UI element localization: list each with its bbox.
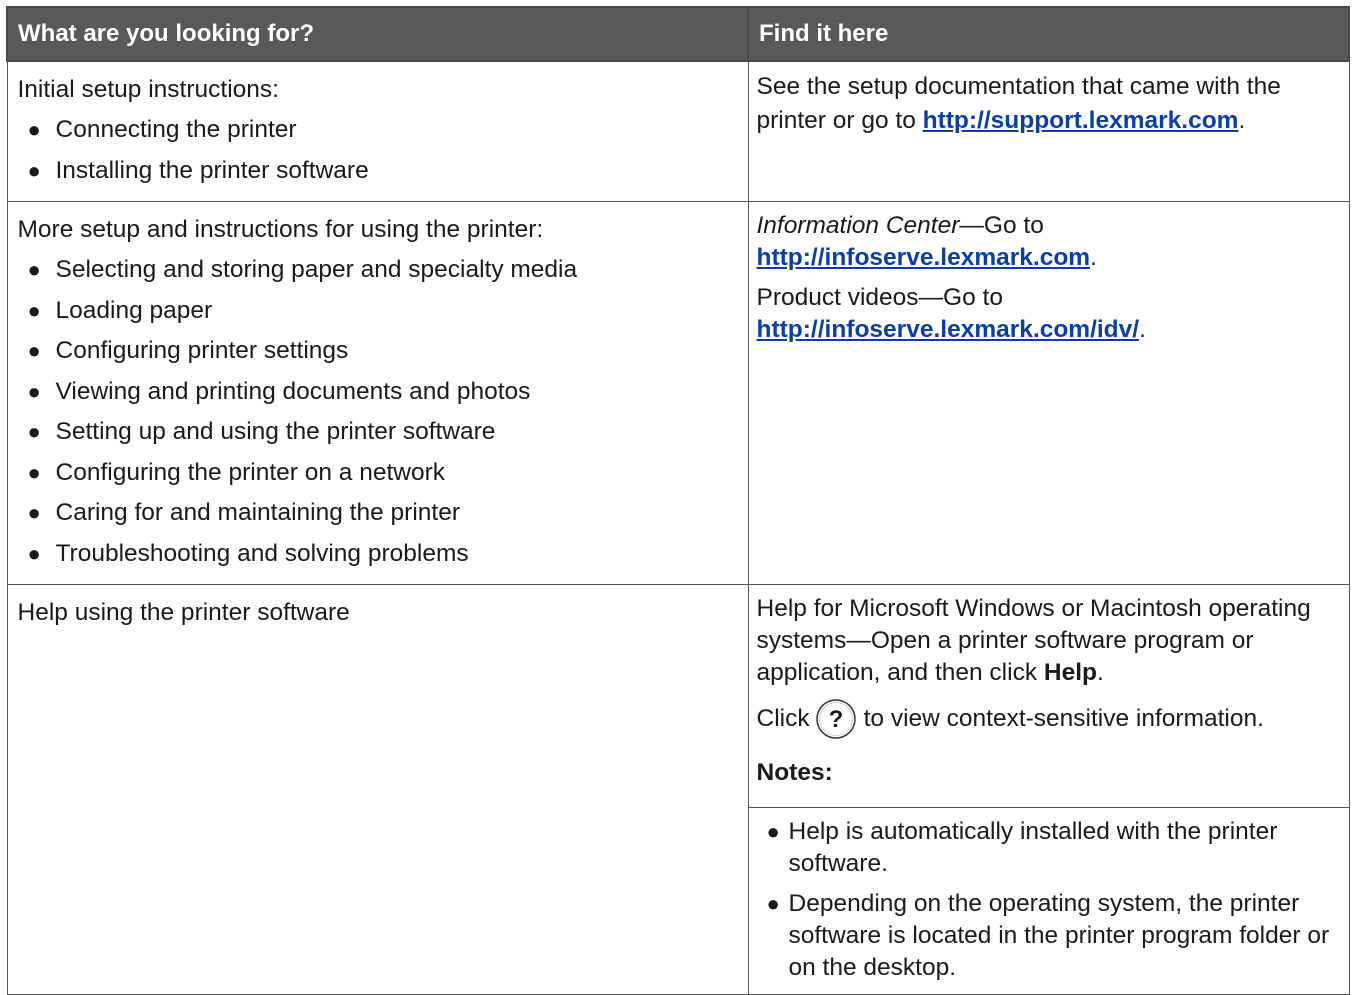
bullet-icon: ●	[27, 157, 41, 183]
bullet-icon: ●	[27, 419, 41, 444]
bullet-icon: ●	[27, 257, 41, 282]
bullet-icon: ●	[766, 891, 780, 916]
help-bold: Help	[1043, 659, 1097, 686]
list-item: ● Installing the printer software	[28, 151, 738, 192]
list-item-text: Troubleshooting and solving problems	[55, 539, 469, 567]
notes-divider	[748, 807, 1349, 808]
click-suffix: to view context-sensitive information.	[863, 705, 1264, 732]
info-center-goto: —Go to	[959, 212, 1044, 239]
table-header-row: What are you looking for? Find it here	[6, 6, 1350, 62]
infoserve-link[interactable]: http://infoserve.lexmark.com	[757, 244, 1091, 271]
help-paragraph: Help for Microsoft Windows or Macintosh …	[757, 593, 1341, 689]
bullet-icon: ●	[27, 378, 41, 404]
notes-label: Notes:	[756, 759, 833, 786]
bullet-icon: ●	[766, 819, 780, 844]
list-item: ● Setting up and using the printer softwa…	[28, 412, 738, 453]
bullet-icon: ●	[27, 117, 41, 142]
list-item: ● Selecting and storing paper and special…	[28, 250, 738, 291]
info-center-paragraph: Information Center—Go to http://infoserv…	[757, 210, 1341, 274]
bullet-icon: ●	[27, 297, 41, 323]
bullet-icon: ●	[27, 338, 41, 363]
list-item-text: Configuring the printer on a network	[55, 458, 446, 486]
support-link[interactable]: http://support.lexmark.com	[923, 107, 1239, 134]
row3-resource-cell: Help for Microsoft Windows or Macintosh …	[747, 584, 1350, 995]
table-row: More setup and instructions for using th…	[6, 201, 1350, 585]
row2-topic-cell: More setup and instructions for using th…	[6, 201, 749, 585]
row1-topic-cell: Initial setup instructions: ● Connecting…	[6, 60, 749, 202]
list-item-text: Installing the printer software	[55, 156, 369, 184]
note-text: Depending on the operating system, the p…	[788, 890, 1330, 981]
list-item: ● Troubleshooting and solving problems	[28, 534, 738, 575]
table-row: Initial setup instructions: ● Connecting…	[6, 60, 1350, 202]
list-item: ● Configuring the printer on a network	[28, 453, 738, 494]
row1-intro: Initial setup instructions:	[17, 76, 279, 103]
row1-text-end: .	[1238, 107, 1246, 134]
row1-resource-text: See the setup documentation that came wi…	[757, 70, 1341, 138]
header-find-it-here: Find it here	[747, 6, 1350, 62]
list-item-text: Viewing and printing documents and photo…	[55, 377, 531, 405]
row2-resource-cell: Information Center—Go to http://infoserv…	[747, 201, 1350, 585]
list-item-text: Configuring printer settings	[55, 337, 349, 364]
list-item: ● Connecting the printer	[28, 110, 738, 151]
bullet-icon: ●	[27, 540, 41, 566]
videos-link[interactable]: http://infoserve.lexmark.com/idv/	[757, 316, 1140, 343]
list-item-text: Loading paper	[55, 296, 213, 324]
product-videos-paragraph: Product videos—Go to http://infoserve.le…	[757, 282, 1341, 346]
product-videos-end: .	[1139, 316, 1146, 343]
list-item-text: Caring for and maintaining the printer	[55, 499, 460, 526]
list-item: ● Loading paper	[28, 291, 738, 332]
list-item: ● Configuring printer settings	[28, 331, 738, 372]
bullet-icon: ●	[27, 459, 41, 485]
bullet-icon: ●	[27, 500, 41, 525]
help-question-icon: ?	[814, 697, 858, 741]
click-help-row: Click ? to view context-sensitive inform…	[757, 697, 1341, 741]
help-end: .	[1096, 659, 1104, 686]
list-item-text: Selecting and storing paper and specialt…	[55, 256, 578, 283]
list-item: ● Caring for and maintaining the printer	[28, 493, 738, 534]
click-prefix: Click	[756, 705, 810, 732]
note-text: Help is automatically installed with the…	[788, 818, 1278, 877]
info-center-label: Information Center	[756, 212, 960, 239]
help-text: Help for Microsoft Windows or Macintosh …	[756, 595, 1311, 686]
note-item: ● Help is automatically installed with t…	[767, 816, 1341, 880]
row1-resource-cell: See the setup documentation that came wi…	[747, 60, 1350, 202]
list-item-text: Connecting the printer	[55, 116, 297, 143]
product-videos-label: Product videos—Go to	[756, 284, 1003, 311]
row2-intro: More setup and instructions for using th…	[17, 216, 544, 243]
list-item-text: Setting up and using the printer softwar…	[55, 418, 496, 445]
row3-topic-cell: Help using the printer software	[6, 584, 749, 995]
note-item: ● Depending on the operating system, the…	[767, 888, 1341, 984]
table-row: Help using the printer software Help for…	[6, 584, 1350, 995]
list-item: ● Viewing and printing documents and phot…	[28, 372, 738, 413]
info-table: What are you looking for? Find it here I…	[6, 6, 1350, 995]
row3-topic: Help using the printer software	[17, 599, 350, 626]
help-icon-glyph: ?	[828, 706, 843, 733]
header-what-looking-for: What are you looking for?	[6, 6, 749, 62]
info-center-end: .	[1090, 244, 1097, 271]
